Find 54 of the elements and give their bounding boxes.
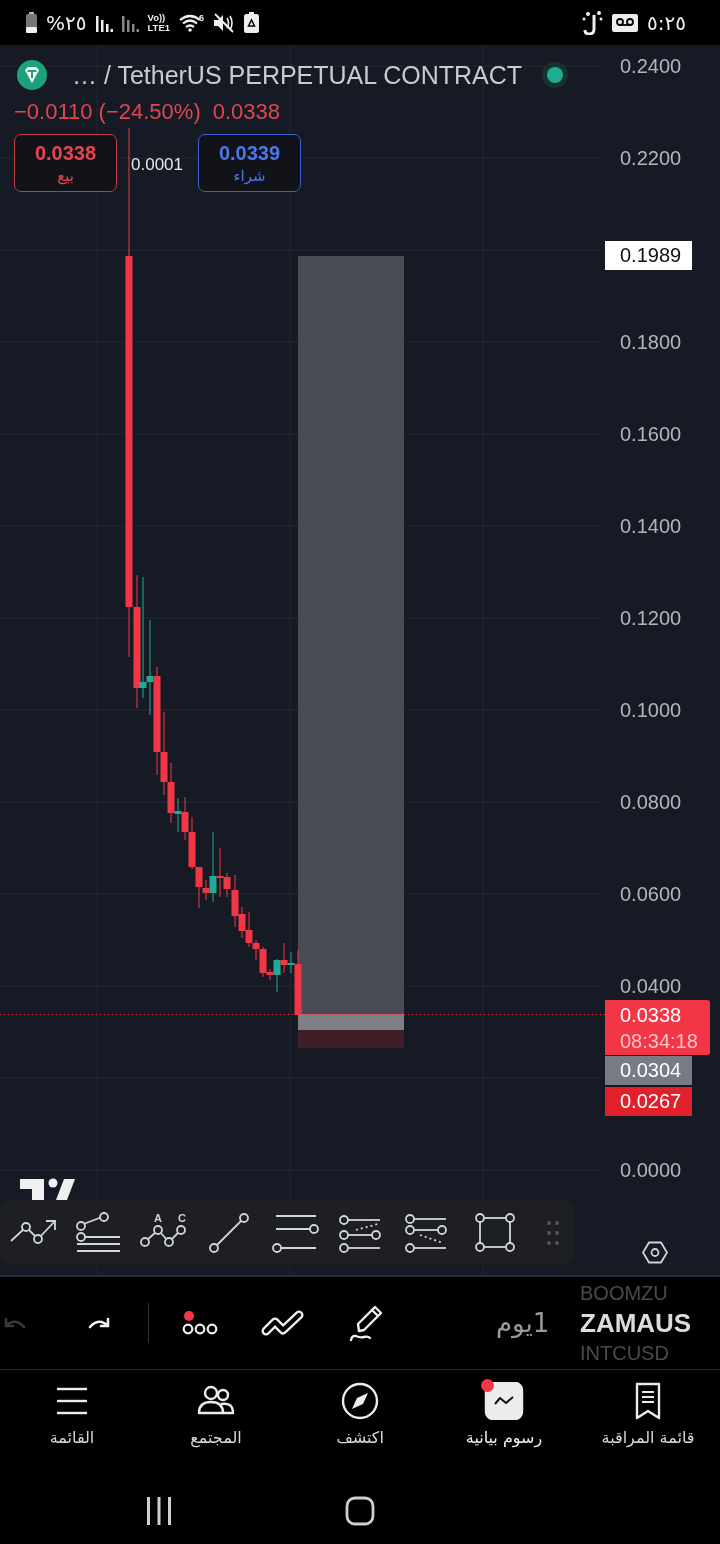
recent-apps-icon[interactable] bbox=[146, 1497, 172, 1525]
axis-label: 0.2200 bbox=[620, 146, 682, 170]
axis-label: 0.0600 bbox=[620, 882, 682, 906]
price-tag: 0.0267 bbox=[605, 1086, 692, 1116]
zigzag-icon[interactable] bbox=[261, 1309, 305, 1337]
rising-candle bbox=[273, 958, 281, 993]
compass-icon bbox=[340, 1382, 380, 1420]
voicemail-icon bbox=[612, 13, 639, 32]
price-change: −0.0110 (−24.50%) bbox=[14, 99, 201, 125]
nav-tab[interactable]: رسوم بيانية bbox=[432, 1370, 576, 1479]
clock-time: ٥:٢٥ bbox=[647, 10, 686, 35]
wifi-standard-label: 6 bbox=[199, 13, 205, 23]
axis-label: 0.0000 bbox=[620, 1158, 682, 1182]
falling-candle bbox=[294, 949, 302, 1016]
interval-selector[interactable]: 1يوم bbox=[496, 1308, 550, 1338]
signal-icon bbox=[121, 13, 139, 32]
nav-tab[interactable]: قائمة المراقبة bbox=[576, 1370, 720, 1479]
network-type: LTE1 bbox=[147, 22, 171, 33]
symbol-item[interactable]: ZAMAUS bbox=[580, 1305, 692, 1341]
axis-label: 0.2400 bbox=[620, 54, 682, 78]
wifi-icon bbox=[179, 13, 202, 32]
price-tag: 0.0304 bbox=[605, 1055, 692, 1085]
falling-candle bbox=[280, 942, 288, 974]
network-label: Vo)) bbox=[147, 12, 166, 23]
axis-label: 0.1800 bbox=[620, 330, 682, 354]
axis-label: 0.0400 bbox=[620, 974, 682, 998]
axis-label: 0.1000 bbox=[620, 698, 682, 722]
axis-label: 0.1400 bbox=[620, 514, 682, 538]
app-icon bbox=[582, 10, 604, 35]
price-value: 0.0338 bbox=[620, 1002, 683, 1028]
battery-saver-icon bbox=[244, 12, 260, 33]
rising-candle bbox=[287, 951, 295, 974]
signal-icon bbox=[95, 13, 113, 32]
home-icon[interactable] bbox=[345, 1496, 375, 1526]
chart-icon bbox=[484, 1382, 524, 1420]
axis-label: 0.1600 bbox=[620, 422, 682, 446]
last-price: 0.0338 bbox=[212, 99, 281, 125]
rising-candle bbox=[174, 797, 182, 833]
coin-logo-icon bbox=[17, 60, 47, 90]
axis-label: 0.1200 bbox=[620, 606, 682, 630]
settings-icon[interactable] bbox=[642, 1241, 668, 1264]
nav-tab[interactable]: اكتشف bbox=[288, 1370, 432, 1479]
battery-icon bbox=[26, 12, 37, 33]
axis-label: 0.0800 bbox=[620, 790, 682, 814]
spread-value: 0.0001 bbox=[131, 155, 183, 175]
nav-tab[interactable]: القائمة bbox=[0, 1370, 144, 1479]
nav-tab[interactable]: المجتمع bbox=[144, 1370, 288, 1479]
battery-percent: %٢٥ bbox=[46, 10, 87, 35]
mute-icon bbox=[213, 12, 236, 33]
symbol-title[interactable]: … / TetherUS PERPETUAL CONTRACT bbox=[72, 60, 523, 90]
price-tag: 0.1989 bbox=[605, 240, 692, 270]
rising-candle bbox=[209, 831, 217, 903]
drag-handle-icon[interactable] bbox=[546, 1219, 560, 1246]
countdown-timer: 08:34:18 bbox=[620, 1028, 699, 1054]
